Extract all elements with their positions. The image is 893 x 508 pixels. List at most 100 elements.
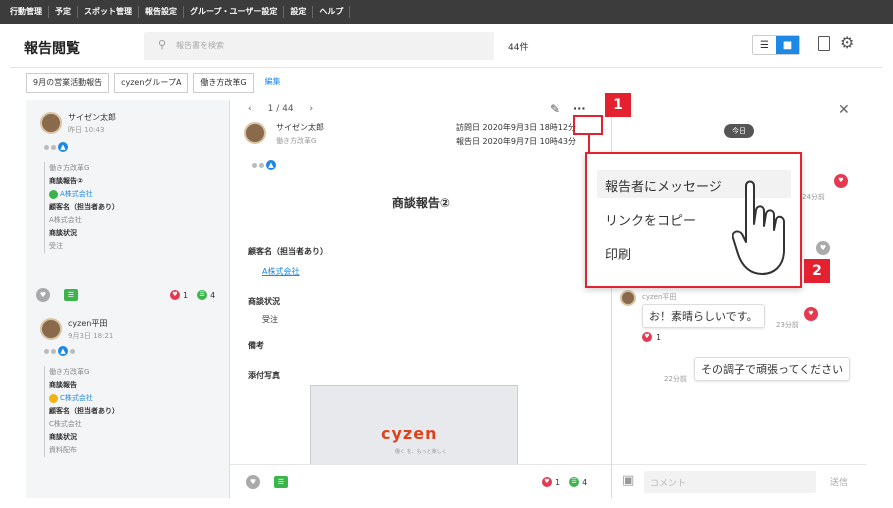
avatar [244,122,266,144]
map-pin-icon [49,189,58,199]
stamp-icon: ▲ [58,142,68,152]
pointer-hand-icon [732,180,785,275]
search-input[interactable]: ⚲ 報告書を検索 [144,32,494,60]
like-count: 1 [183,290,189,300]
image-icon[interactable]: ▣ [622,473,634,488]
company-link-label: C株式会社 [60,394,93,402]
section-notes: 備考 [248,341,264,350]
nav-item-schedule[interactable]: 予定 [49,6,78,18]
callout-badge: 2 [804,259,830,283]
comment-likes: ♥ 1 [642,332,661,342]
page-title: 報告閲覧 [24,41,80,57]
nav-item-spot[interactable]: スポット管理 [78,6,139,18]
date-divider: 今日 [724,124,754,138]
comment-button[interactable]: ☰ [64,289,78,301]
filter-subgroup[interactable]: 働き方改革G [193,73,254,93]
company-link-label: A株式会社 [60,190,93,198]
pager: ‹ 1 / 44 › [248,104,313,114]
report-date: 報告日 2020年9月7日 10時43分 [456,137,576,146]
author-name: サイゼン太郎 [276,123,324,132]
report-detail: ‹ 1 / 44 › ✎ ··· サイゼン太郎 働き方改革G 訪問日 2020年… [230,100,612,498]
group-name: 働き方改革G [49,368,90,376]
page-header: 報告閲覧 ⚲ 報告書を検索 44件 ☰ ■ ⚙ [10,24,882,68]
nav-item-activity[interactable]: 行動管理 [4,6,49,18]
photo-logo: cyzen [381,424,438,443]
close-icon[interactable]: ✕ [838,102,850,118]
list-view-icon[interactable]: ☰ [753,36,776,54]
post-time: 昨日 10:43 [68,126,105,134]
avatar [40,318,62,340]
comment-count: 4 [210,290,216,300]
like-button[interactable]: ♥ [816,241,830,255]
view-toggle: ☰ ■ [752,35,800,55]
comment-time: 23分前 [776,321,799,329]
callout-connector [588,135,590,152]
nav-item-help[interactable]: ヘルプ [313,6,351,18]
status-dots: ▲ [44,142,68,152]
avatar [40,112,62,134]
field-label: 顧客名（担当者あり） [49,203,119,211]
comment-count: 4 [582,477,588,487]
nav-item-group-user[interactable]: グループ・ユーザー設定 [184,6,285,18]
post-time: 9月3日 18:21 [68,332,114,340]
company-link[interactable]: A株式会社 [49,188,119,201]
group-name: 働き方改革G [276,137,317,145]
author-name: cyzen平田 [68,319,108,328]
map-pin-icon [49,393,58,403]
visit-date: 訪問日 2020年9月3日 18時12分 [456,123,576,132]
field-label: 顧客名（担当者あり） [49,407,119,415]
customer-link[interactable]: A株式会社 [262,266,299,277]
filter-report-type[interactable]: 9月の営業活動報告 [26,73,110,93]
report-name: 商談報告② [49,177,83,185]
comment-time: 24分前 [802,193,825,201]
prev-arrow-icon[interactable]: ‹ [248,104,252,114]
nav-item-report-settings[interactable]: 報告設定 [139,6,184,18]
field-label: 商談状況 [49,229,77,237]
status-dots: ▲ [252,160,276,170]
commenter-name: cyzen平田 [642,293,677,301]
like-count-icon: ♥ [642,332,652,342]
report-name: 商談報告 [49,381,77,389]
send-button[interactable]: 送信 [830,475,848,488]
search-icon: ⚲ [158,38,167,51]
gear-icon[interactable]: ⚙ [840,33,854,52]
comment-bubble: その調子で頑張ってください [694,357,851,381]
field-label: 商談状況 [49,433,77,441]
document-icon[interactable] [818,36,830,51]
section-status: 商談状況 [248,297,280,306]
more-menu-icon[interactable]: ··· [573,102,586,115]
report-count: 44件 [508,43,529,53]
like-count: 1 [656,332,662,342]
like-button[interactable]: ♥ [246,475,260,489]
field-value: C株式会社 [49,420,82,428]
like-count-icon: ♥ [170,290,180,300]
comment-count-icon: ☰ [569,477,580,487]
avatar [620,290,636,306]
report-summary: 働き方改革G 商談報告 C株式会社 顧客名（担当者あり） C株式会社 商談状況 … [44,366,119,457]
heart-icon[interactable]: ♥ [804,307,818,321]
search-placeholder: 報告書を検索 [176,41,224,50]
comment-button[interactable]: ☰ [274,476,288,488]
edit-filters-link[interactable]: 編集 [258,73,287,93]
status-value: 受注 [262,315,278,324]
heart-icon[interactable]: ♥ [834,174,848,188]
comment-count-icon: ☰ [197,290,208,300]
callout-badge: 1 [605,93,631,117]
comment-input[interactable]: コメント [644,471,816,493]
list-item[interactable]: cyzen平田 9月3日 18:21 ▲ 働き方改革G 商談報告 C株式会社 顧… [32,312,226,498]
company-link[interactable]: C株式会社 [49,392,119,405]
pencil-icon[interactable]: ✎ [550,102,560,116]
report-summary: 働き方改革G 商談報告② A株式会社 顧客名（担当者あり） A株式会社 商談状況… [44,162,119,253]
attached-photo[interactable]: cyzen 働く を、もっと楽しく [310,385,518,465]
page-indicator: 1 / 44 [267,104,294,114]
filter-bar: 9月の営業活動報告 cyzenグループA 働き方改革G 編集 [26,73,287,95]
like-button[interactable]: ♥ [36,288,50,302]
next-arrow-icon[interactable]: › [310,104,314,114]
list-item[interactable]: サイゼン太郎 昨日 10:43 ▲ 働き方改革G 商談報告② A株式会社 顧客名… [32,106,226,308]
nav-item-settings[interactable]: 設定 [284,6,314,18]
split-view-icon[interactable]: ■ [776,36,799,54]
filter-group[interactable]: cyzenグループA [114,73,189,93]
card-actions: ♥ ☰ [36,288,78,302]
photo-caption: 働く を、もっと楽しく [395,449,447,455]
comment-time: 22分前 [664,375,687,383]
